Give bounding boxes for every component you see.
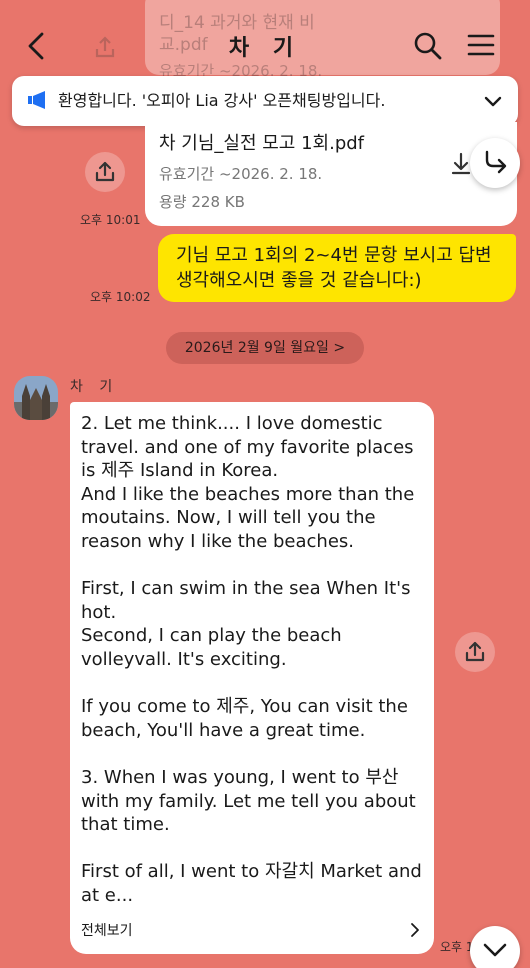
- my-message-bubble[interactable]: 기님 모고 1회의 2~4번 문항 보시고 답변 생각해오시면 좋을 것 같습니…: [158, 234, 516, 302]
- incoming-message-bubble[interactable]: 2. Let me think.... I love domestic trav…: [70, 402, 434, 954]
- forward-button[interactable]: [470, 138, 520, 188]
- file-name: 차 기님_실전 모고 1회.pdf: [159, 133, 365, 154]
- chevron-down-icon[interactable]: [482, 90, 504, 112]
- chevron-right-icon: [407, 922, 423, 938]
- incoming-message-text: 2. Let me think.... I love domestic trav…: [81, 413, 422, 906]
- file-size: 용량 228 KB: [159, 193, 245, 211]
- hamburger-icon: [467, 34, 495, 56]
- chevron-left-icon: [28, 32, 44, 60]
- see-all-button[interactable]: 전체보기: [81, 920, 423, 944]
- date-divider[interactable]: 2026년 2월 9일 월요일 >: [166, 332, 364, 364]
- my-message-time: 오후 10:02: [90, 290, 151, 304]
- file-share-button[interactable]: [85, 152, 125, 192]
- file-message-bubble[interactable]: 차 기님_실전 모고 1회.pdf 유효기간 ~2026. 2. 18. 용량 …: [145, 122, 517, 226]
- search-icon: [414, 32, 442, 60]
- file-expiry: 유효기간 ~2026. 2. 18.: [159, 165, 323, 183]
- notice-banner[interactable]: 환영합니다. '오피아 Lia 강사' 오픈채팅방입니다.: [12, 76, 518, 126]
- chevron-down-icon: [483, 943, 507, 957]
- file-message-time: 오후 10:01: [80, 213, 141, 227]
- megaphone-icon: [26, 88, 50, 112]
- message-share-button[interactable]: [455, 632, 495, 672]
- share-icon: [465, 641, 485, 662]
- incoming-message-time: 오후 1: [440, 940, 474, 954]
- forward-arrow-icon: [485, 150, 507, 174]
- sender-avatar[interactable]: [14, 376, 58, 420]
- menu-button[interactable]: [466, 30, 496, 60]
- search-button[interactable]: [412, 30, 444, 62]
- notice-text: 환영합니다. '오피아 Lia 강사' 오픈채팅방입니다.: [58, 91, 386, 110]
- sender-name: 차 기: [70, 379, 119, 395]
- share-icon: [95, 161, 115, 182]
- back-button[interactable]: [22, 28, 54, 64]
- scroll-down-button[interactable]: [470, 926, 520, 968]
- see-all-label: 전체보기: [81, 923, 133, 939]
- chat-title: 차 기: [228, 36, 302, 61]
